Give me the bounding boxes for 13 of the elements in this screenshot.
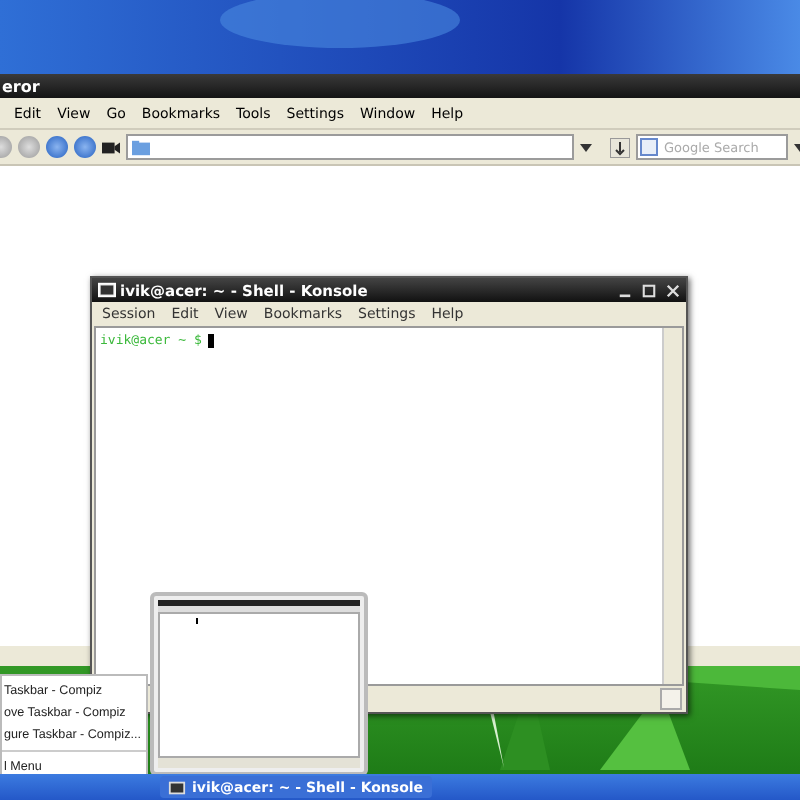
close-icon[interactable] [666, 283, 680, 297]
camera-icon[interactable] [102, 139, 120, 155]
maximize-icon[interactable] [642, 283, 656, 297]
search-engine-icon [640, 138, 658, 156]
text-cursor [207, 333, 214, 347]
terminal-icon [168, 779, 186, 795]
dropdown-arrow-icon[interactable] [580, 141, 592, 153]
window-title: eror [2, 77, 40, 95]
home-icon[interactable] [46, 136, 68, 158]
url-field[interactable] [126, 134, 574, 160]
terminal-icon [98, 282, 116, 298]
scrollbar[interactable] [662, 328, 682, 684]
folder-icon [132, 139, 150, 155]
